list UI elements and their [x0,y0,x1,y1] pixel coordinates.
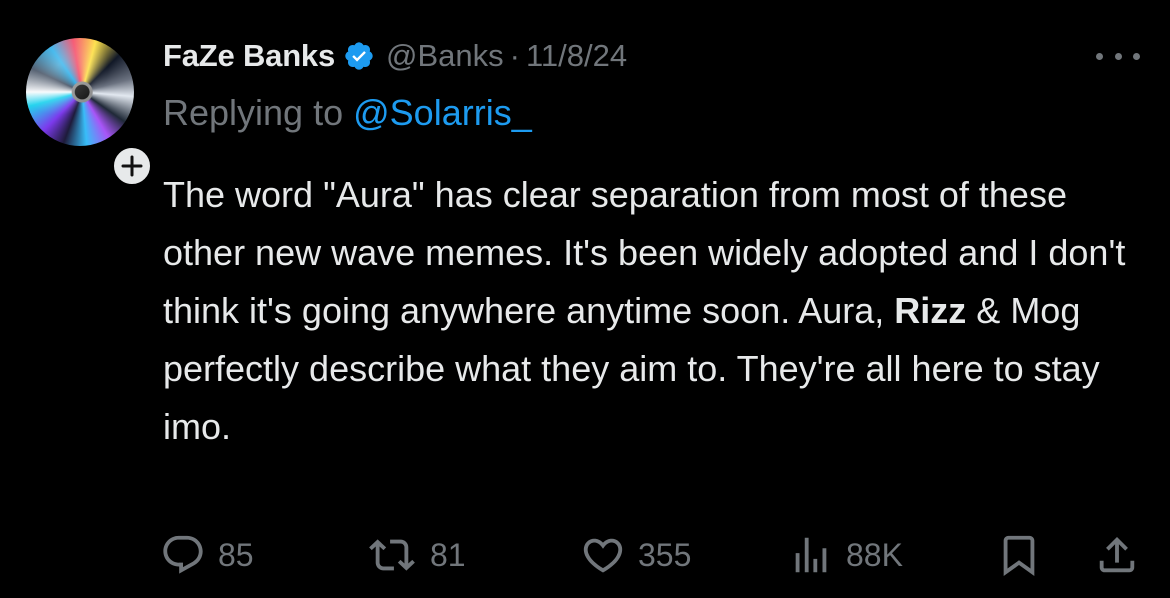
dot-separator: · [509,38,520,73]
like-button[interactable]: 355 [580,530,691,580]
tweet-text: The word "Aura" has clear separation fro… [163,166,1153,456]
avatar-container[interactable] [26,38,154,188]
verified-badge-icon[interactable] [343,40,375,72]
tweet-text-bold: Rizz [894,290,967,331]
reply-count: 85 [218,536,254,573]
tweet[interactable]: FaZe Banks @Banks · 11/8/24 Replying to … [0,0,1170,598]
reply-mention-link[interactable]: @Solarris_ [353,92,532,133]
display-name[interactable]: FaZe Banks [163,38,335,74]
retweet-button[interactable]: 81 [366,530,466,580]
more-dots-icon[interactable] [1096,44,1140,68]
tweet-header: FaZe Banks @Banks · 11/8/24 [163,34,627,78]
heart-icon [583,538,623,573]
handle[interactable]: @Banks [386,38,504,74]
plus-icon [121,155,143,177]
replying-to-label: Replying to [163,92,344,133]
share-button[interactable] [1094,530,1140,580]
like-count: 355 [638,536,692,573]
follow-button[interactable] [110,144,154,188]
views-bars-icon [795,537,827,573]
avatar[interactable] [26,38,134,146]
action-bar: 85 81 355 88K [160,530,1150,580]
bookmark-icon [1003,535,1035,576]
replying-to: Replying to @Solarris_ [163,92,532,134]
retweet-icon [369,539,415,571]
views-button[interactable]: 88K [788,530,903,580]
retweet-count: 81 [430,536,466,573]
timestamp[interactable]: 11/8/24 [526,38,627,74]
bookmark-button[interactable] [996,530,1042,580]
reply-bubble-icon [163,535,203,574]
share-icon [1099,536,1135,573]
views-count: 88K [846,536,903,573]
reply-button[interactable]: 85 [160,530,254,580]
